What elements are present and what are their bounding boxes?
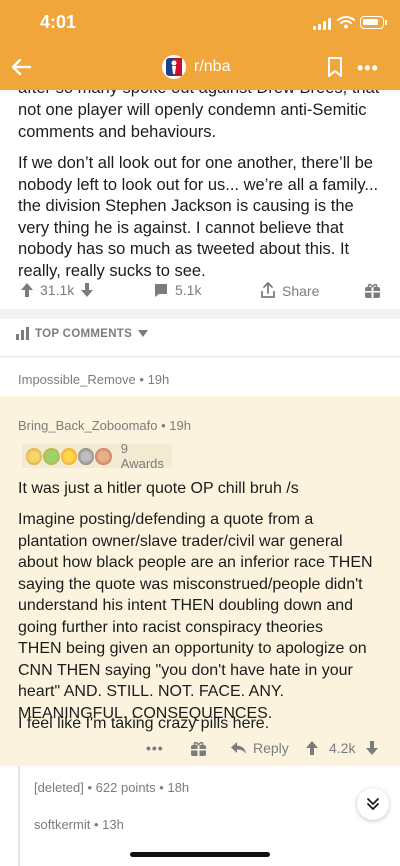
comment-age: 19h bbox=[169, 418, 191, 433]
reply-button[interactable]: Reply bbox=[230, 740, 289, 756]
comment-more-button[interactable]: ••• bbox=[146, 740, 164, 756]
comment-meta[interactable]: [deleted] • 622 points • 18h bbox=[34, 780, 189, 795]
app-header: 4:01 r/nba ••• bbox=[0, 0, 400, 90]
more-options-button[interactable]: ••• bbox=[357, 58, 379, 79]
thread-line bbox=[18, 766, 20, 866]
upvote-icon[interactable] bbox=[305, 740, 319, 756]
post-body-para1: not one player will openly condemn anti-… bbox=[18, 101, 367, 141]
back-arrow-icon[interactable] bbox=[8, 54, 34, 80]
comment-icon bbox=[155, 284, 167, 297]
status-bar: 4:01 bbox=[0, 0, 400, 44]
gift-icon[interactable] bbox=[190, 740, 207, 757]
navbar: r/nba ••• bbox=[0, 44, 400, 90]
post-actions: 31.1k 5.1k Share bbox=[0, 276, 400, 306]
reply-label: Reply bbox=[253, 740, 289, 756]
comment-body-para3: I feel like I'm taking crazy pills here. bbox=[18, 715, 270, 732]
share-label: Share bbox=[282, 282, 320, 299]
post-comments-button[interactable]: 5.1k bbox=[153, 282, 201, 298]
comment-meta[interactable]: softkermit • 13h bbox=[34, 817, 124, 832]
post-comment-count: 5.1k bbox=[175, 282, 202, 298]
comment-actions: ••• Reply 4.2k bbox=[0, 738, 400, 762]
comment-score: 4.2k bbox=[329, 740, 356, 756]
downvote-icon[interactable] bbox=[80, 282, 94, 298]
downvote-icon[interactable] bbox=[365, 740, 379, 756]
comment-author[interactable]: Bring_Back_Zoboomafo bbox=[18, 418, 157, 433]
sort-label: TOP COMMENTS bbox=[35, 327, 133, 340]
awards-label: 9 Awards bbox=[120, 441, 164, 471]
award-icon bbox=[43, 447, 60, 465]
bookmark-icon[interactable] bbox=[326, 56, 344, 78]
sort-bars-icon bbox=[16, 327, 29, 340]
subreddit-name[interactable]: r/nba bbox=[194, 58, 230, 76]
share-icon bbox=[261, 282, 275, 298]
signal-icon bbox=[313, 18, 331, 30]
reply-icon bbox=[231, 742, 246, 754]
battery-icon bbox=[360, 16, 387, 29]
divider bbox=[0, 356, 400, 357]
nba-logo-icon bbox=[162, 55, 186, 79]
comment-vote: 4.2k bbox=[305, 740, 379, 756]
sort-comments-button[interactable]: TOP COMMENTS bbox=[16, 327, 149, 340]
comment-meta[interactable]: Impossible_Remove • 19h bbox=[18, 372, 169, 387]
wifi-icon bbox=[337, 16, 355, 29]
award-icon bbox=[78, 447, 95, 465]
comment-author[interactable]: Impossible_Remove bbox=[18, 372, 136, 387]
post-upvote-count: 31.1k bbox=[40, 282, 75, 298]
comment-body-para2: Imagine posting/defending a quote from a… bbox=[18, 511, 373, 722]
collapse-icon bbox=[367, 798, 379, 810]
comment-age: 19h bbox=[147, 372, 170, 387]
comment-body-para1: It was just a hitler quote OP chill bruh… bbox=[18, 480, 299, 497]
section-divider bbox=[0, 309, 400, 319]
collapse-button[interactable] bbox=[357, 788, 389, 820]
post-body-para2: If we don’t all look out for one another… bbox=[18, 154, 379, 280]
comment-points: 622 points bbox=[95, 780, 156, 795]
comment-meta[interactable]: Bring_Back_Zoboomafo • 19h bbox=[18, 418, 191, 433]
share-button[interactable]: Share bbox=[260, 282, 319, 299]
award-icon bbox=[26, 447, 43, 465]
upvote-icon[interactable] bbox=[20, 282, 34, 298]
status-time: 4:01 bbox=[40, 12, 77, 32]
chevron-down-icon bbox=[138, 330, 149, 337]
comment-age: 18h bbox=[167, 780, 190, 795]
post-vote: 31.1k bbox=[20, 282, 94, 298]
home-indicator[interactable] bbox=[130, 852, 270, 857]
comment-author[interactable]: softkermit bbox=[34, 817, 90, 832]
award-icon bbox=[95, 447, 112, 465]
awards-badge[interactable]: 9 Awards bbox=[22, 441, 172, 471]
gift-icon[interactable] bbox=[364, 282, 381, 299]
comment-age: 13h bbox=[102, 817, 124, 832]
comment-author[interactable]: [deleted] bbox=[34, 780, 84, 795]
award-icon bbox=[60, 447, 78, 465]
